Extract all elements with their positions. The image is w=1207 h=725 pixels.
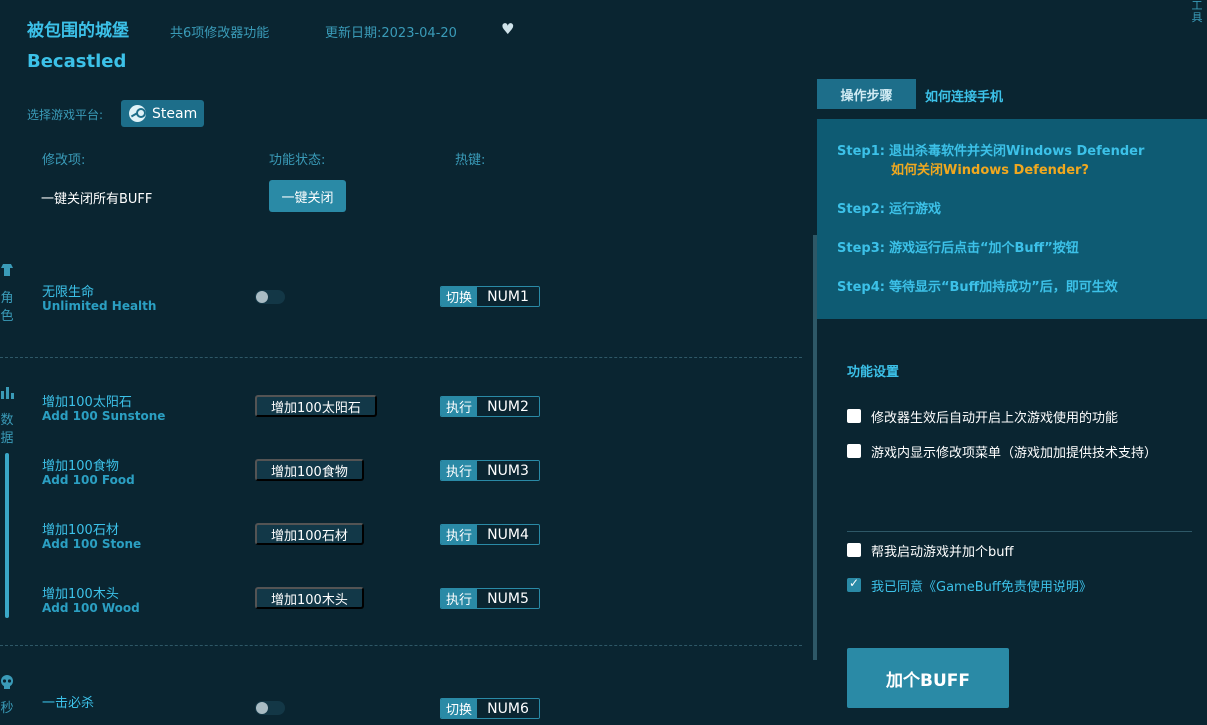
close-all-button[interactable]: 一键关闭	[269, 180, 346, 212]
feature-name-cn: 增加100太阳石	[42, 395, 132, 410]
step-text: 退出杀毒软件并关闭Windows Defender	[888, 144, 1145, 159]
how-to-close-defender-link[interactable]: 如何关闭Windows Defender?	[891, 159, 1089, 178]
update-date: 更新日期:2023-04-20	[325, 26, 457, 41]
skull-icon	[1, 675, 13, 689]
auto-enable-label: 修改器生效后自动开启上次游戏使用的功能	[871, 411, 1119, 426]
feature-name-cn: 无限生命	[42, 285, 95, 300]
game-title: 被包围的城堡	[27, 21, 129, 41]
add-stone-button[interactable]: 增加100石材	[255, 523, 364, 545]
step-label: Step3:	[837, 241, 885, 256]
column-header-hotkey: 热键:	[455, 153, 486, 168]
hotkey-action: 执行	[441, 461, 478, 480]
hotkey-num4[interactable]: 执行 NUM4	[440, 524, 541, 545]
step-label: Step2:	[837, 202, 885, 217]
hotkey-key: NUM2	[477, 397, 540, 416]
step-2: Step2: 运行游戏	[837, 198, 941, 217]
steam-icon	[129, 105, 146, 122]
favorite-heart-icon[interactable]: ♥	[501, 20, 514, 38]
add-food-button[interactable]: 增加100食物	[255, 459, 364, 481]
section-divider	[0, 645, 802, 646]
toggle-knob	[256, 702, 268, 714]
add-wood-button[interactable]: 增加100木头	[255, 587, 364, 609]
tab-connect-phone[interactable]: 如何连接手机	[925, 86, 1003, 105]
ingame-menu-label: 游戏内显示修改项菜单（游戏加加提供技术支持）	[871, 446, 1158, 461]
hotkey-key: NUM6	[477, 699, 540, 718]
unlimited-health-toggle[interactable]	[255, 290, 285, 304]
hotkey-action: 切换	[441, 699, 478, 718]
auto-enable-checkbox[interactable]	[847, 409, 861, 423]
hotkey-num3[interactable]: 执行 NUM3	[440, 460, 541, 481]
category-active-bar	[5, 453, 9, 618]
feature-name-cn: 增加100食物	[42, 459, 119, 474]
hotkey-num6[interactable]: 切换 NUM6	[440, 698, 541, 719]
steam-label: Steam	[152, 105, 198, 122]
tab-operation-steps[interactable]: 操作步骤	[817, 79, 916, 109]
column-header-item: 修改项:	[42, 153, 86, 168]
agree-terms-checkbox[interactable]	[847, 576, 861, 592]
feature-name-cn: 增加100木头	[42, 587, 119, 602]
hotkey-key: NUM5	[477, 589, 540, 608]
step-label: Step1:	[837, 144, 885, 159]
hotkey-action: 切换	[441, 287, 478, 306]
feature-name-cn: 一击必杀	[42, 696, 95, 711]
category-character: 角色	[0, 291, 14, 324]
agree-terms-label[interactable]: 我已同意《GameBuff免责使用说明》	[871, 576, 1092, 595]
category-data: 数据	[0, 413, 14, 446]
add-sunstone-button[interactable]: 增加100太阳石	[255, 395, 377, 417]
ingame-menu-checkbox[interactable]	[847, 444, 861, 458]
settings-divider	[847, 531, 1192, 532]
feature-name-en: Unlimited Health	[42, 299, 157, 313]
hotkey-action: 执行	[441, 525, 478, 544]
steam-platform-button[interactable]: Steam	[121, 100, 204, 127]
step-text: 游戏运行后点击“加个Buff”按钮	[888, 241, 1079, 256]
feature-count: 共6项修改器功能	[170, 26, 270, 41]
step-3: Step3: 游戏运行后点击“加个Buff”按钮	[837, 237, 1079, 256]
hotkey-key: NUM1	[477, 287, 540, 306]
add-buff-button[interactable]: 加个BUFF	[847, 648, 1009, 708]
hotkey-num2[interactable]: 执行 NUM2	[440, 396, 541, 417]
column-header-status: 功能状态:	[269, 153, 326, 168]
step-1: Step1: 退出杀毒软件并关闭Windows Defender	[837, 140, 1144, 159]
close-all-label: 一键关闭所有BUFF	[41, 192, 153, 207]
hotkey-key: NUM3	[477, 461, 540, 480]
game-title-en: Becastled	[27, 51, 127, 72]
hotkey-action: 执行	[441, 589, 478, 608]
hotkey-action: 执行	[441, 397, 478, 416]
hotkey-num1[interactable]: 切换 NUM1	[440, 286, 541, 307]
feature-name-cn: 增加100石材	[42, 523, 119, 538]
hotkey-num5[interactable]: 执行 NUM5	[440, 588, 541, 609]
feature-name-en: Add 100 Sunstone	[42, 409, 166, 423]
step-text: 运行游戏	[888, 202, 941, 217]
data-icon	[1, 387, 14, 399]
launch-game-checkbox[interactable]	[847, 543, 861, 557]
step-4: Step4: 等待显示“Buff加持成功”后，即可生效	[837, 276, 1118, 295]
settings-title: 功能设置	[847, 365, 900, 380]
tool-menu[interactable]: 工具	[1190, 0, 1204, 24]
feature-name-en: Add 100 Stone	[42, 537, 142, 551]
feature-name-en: Add 100 Food	[42, 473, 135, 487]
feature-name-en: Add 100 Wood	[42, 601, 140, 615]
hotkey-key: NUM4	[477, 525, 540, 544]
launch-game-label: 帮我启动游戏并加个buff	[871, 545, 1014, 560]
platform-label: 选择游戏平台:	[27, 108, 104, 122]
category-kill: 秒	[0, 701, 14, 716]
character-icon	[1, 264, 13, 276]
section-divider	[0, 357, 802, 358]
toggle-knob	[256, 291, 268, 303]
step-label: Step4:	[837, 280, 885, 295]
one-hit-kill-toggle[interactable]	[255, 701, 285, 715]
step-text: 等待显示“Buff加持成功”后，即可生效	[888, 280, 1118, 295]
